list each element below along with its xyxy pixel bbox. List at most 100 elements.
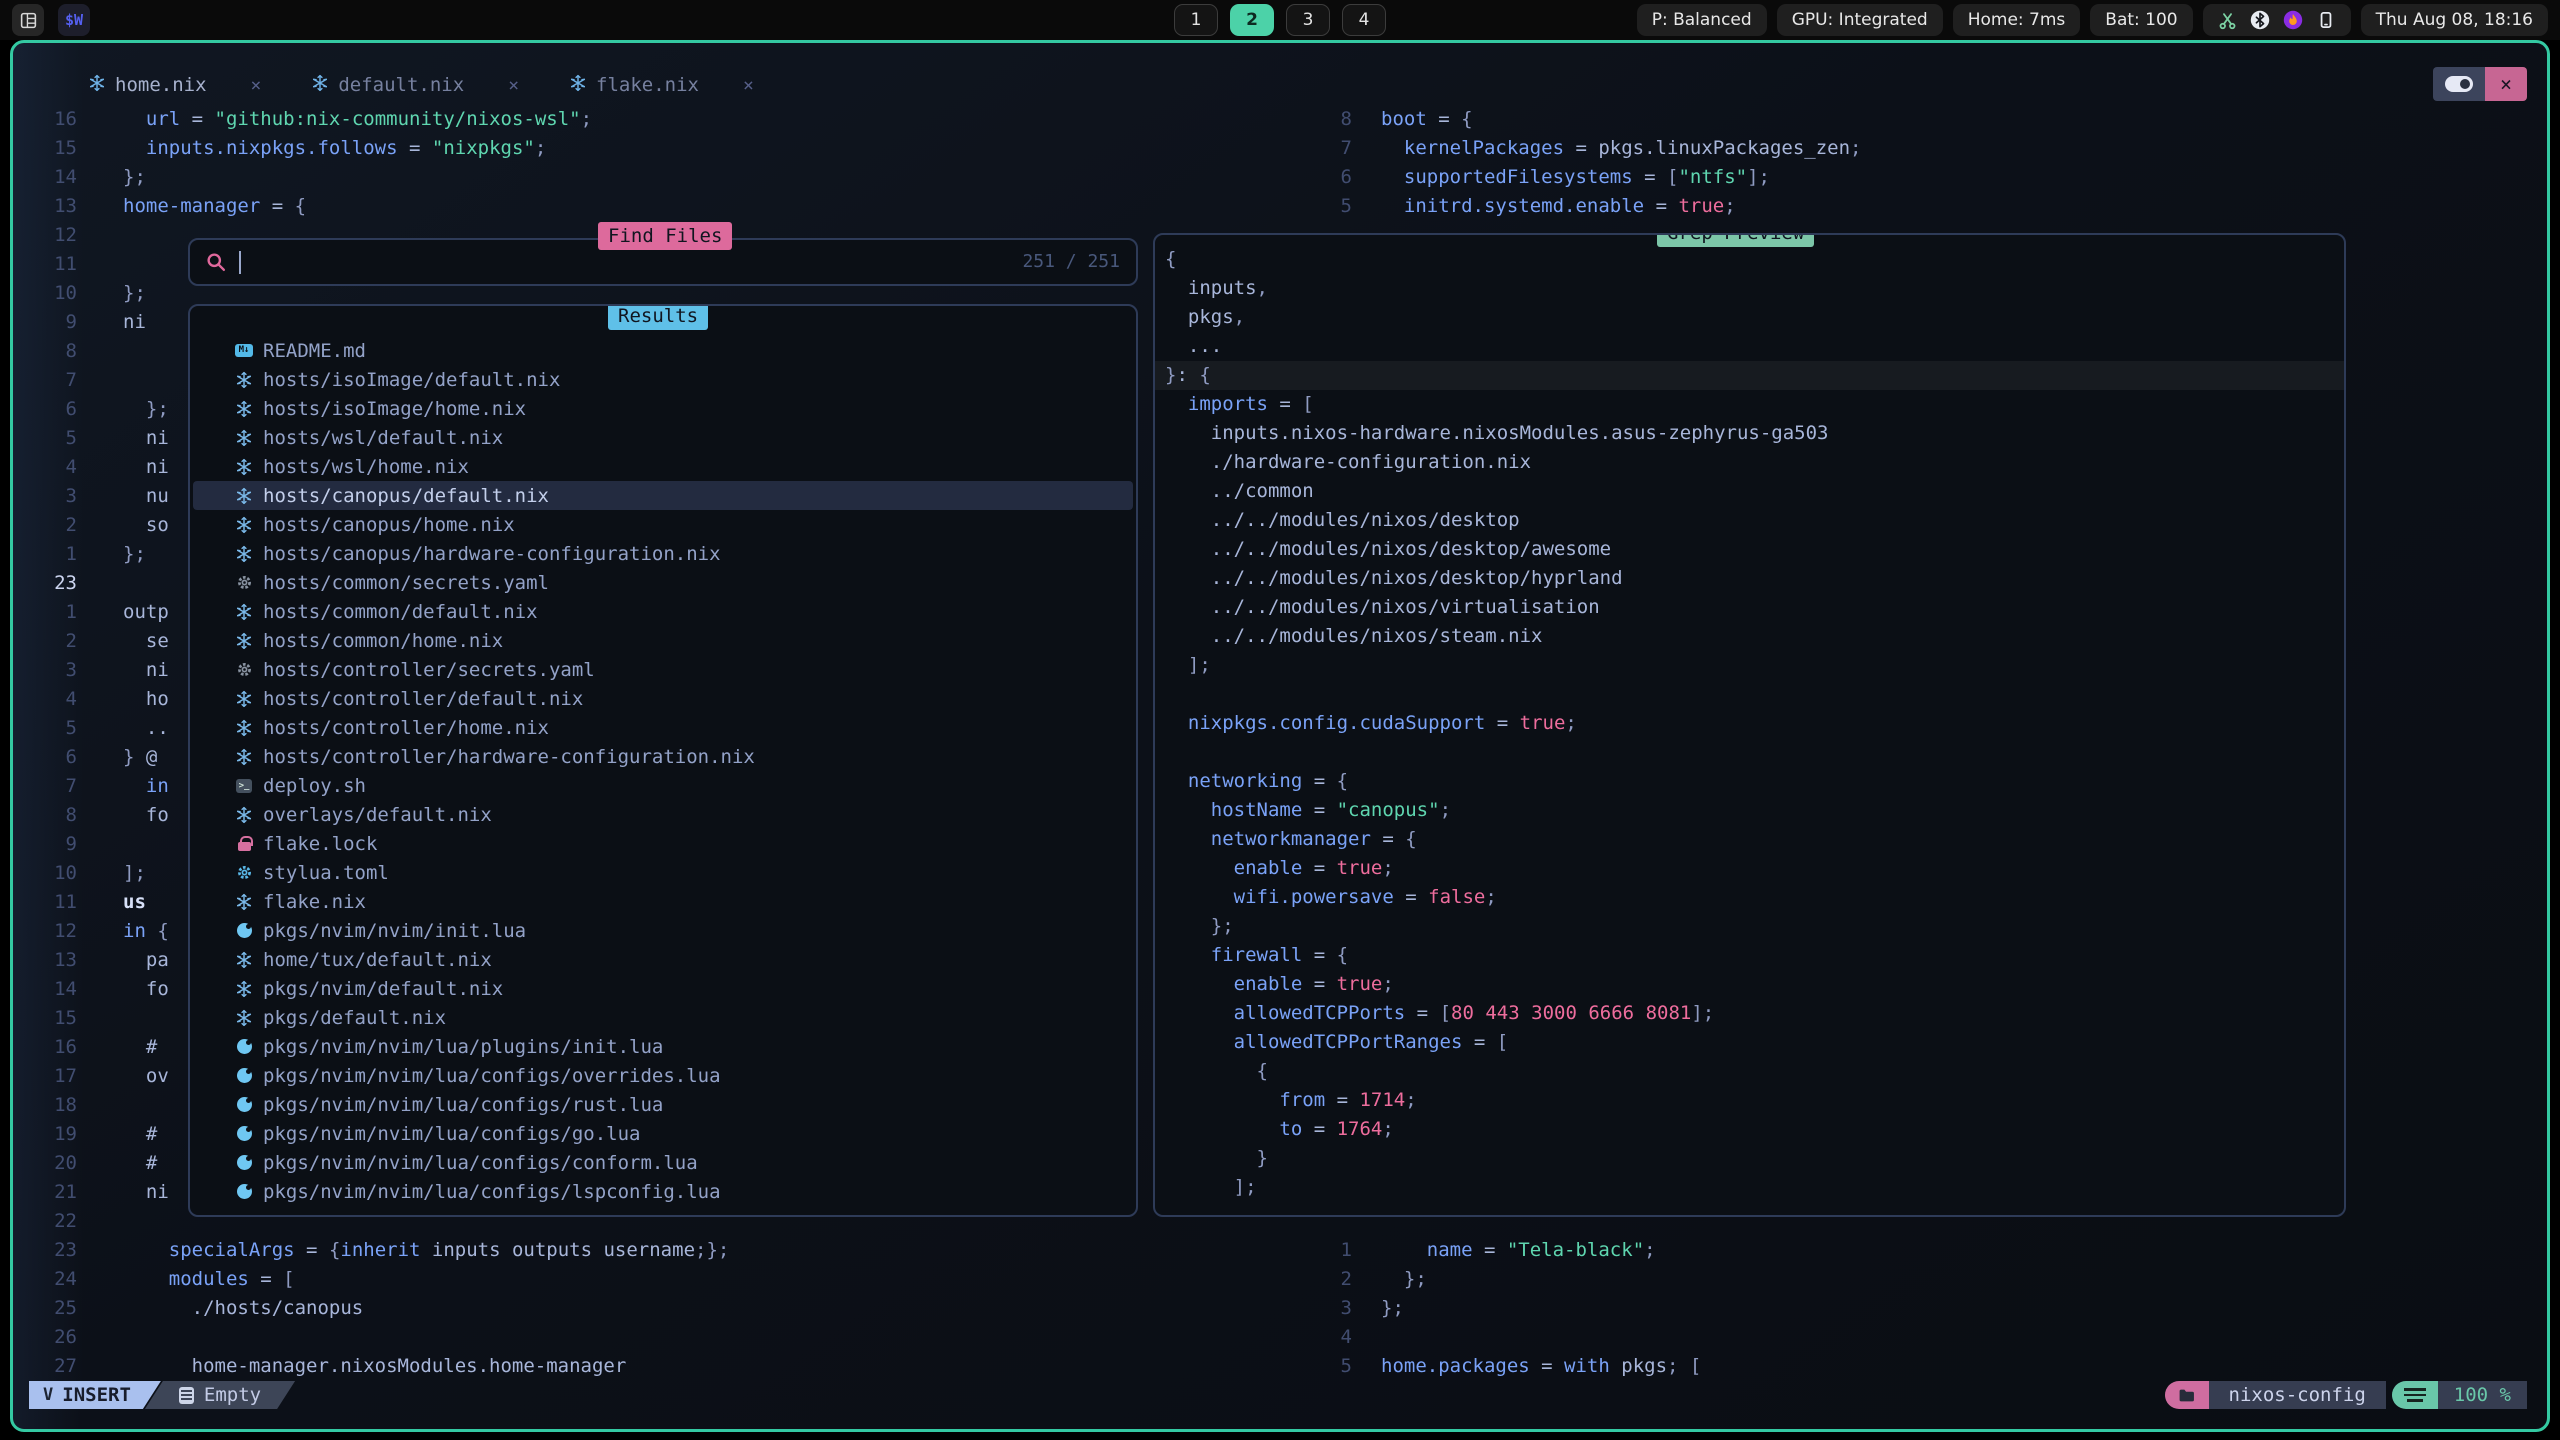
tab-close-icon[interactable]: ×	[251, 75, 262, 96]
file-row[interactable]: hosts/canopus/home.nix	[190, 510, 1136, 539]
file-row[interactable]: pkgs/nvim/nvim/lua/configs/lspconfig.lua	[190, 1177, 1136, 1206]
line-number: 3	[13, 482, 101, 511]
flame-icon[interactable]	[2283, 10, 2303, 30]
code-line: 13home-manager = {	[13, 192, 1298, 221]
status-module-3[interactable]: Bat: 100	[2090, 4, 2192, 36]
status-module-0[interactable]: P: Balanced	[1637, 4, 1767, 36]
line-number: 8	[1300, 105, 1364, 134]
file-name: flake.nix	[263, 891, 366, 913]
line-number: 25	[13, 1294, 101, 1323]
shell-app-icon[interactable]: $W	[58, 4, 90, 36]
preview-line: inputs.nixos-hardware.nixosModules.asus-…	[1155, 419, 2344, 448]
file-name: deploy.sh	[263, 775, 366, 797]
file-row[interactable]: hosts/common/home.nix	[190, 626, 1136, 655]
line-text: ];	[123, 859, 146, 888]
line-number: 27	[13, 1352, 101, 1381]
code-line: 5home.packages = with pkgs; [	[1300, 1352, 2547, 1381]
file-row[interactable]: pkgs/nvim/nvim/init.lua	[190, 916, 1136, 945]
file-name: hosts/common/secrets.yaml	[263, 572, 549, 594]
close-window-icon[interactable]: ×	[2485, 67, 2527, 101]
lua-file-icon	[232, 1039, 256, 1054]
file-row[interactable]: flake.nix	[190, 887, 1136, 916]
file-row[interactable]: hosts/controller/secrets.yaml	[190, 655, 1136, 684]
tab-close-icon[interactable]: ×	[743, 75, 754, 96]
code-line: 24 modules = [	[13, 1265, 1298, 1294]
file-row[interactable]: hosts/canopus/hardware-configuration.nix	[190, 539, 1136, 568]
line-number: 12	[13, 917, 101, 946]
file-row[interactable]: pkgs/nvim/nvim/lua/configs/conform.lua	[190, 1148, 1136, 1177]
line-text: home-manager = {	[123, 192, 306, 221]
file-name: home/tux/default.nix	[263, 949, 492, 971]
find-files-prompt[interactable]: Find Files 251 / 251	[188, 238, 1138, 286]
preview-line: imports = [	[1155, 390, 2344, 419]
line-number: 9	[13, 830, 101, 859]
file-name: pkgs/nvim/nvim/lua/configs/rust.lua	[263, 1094, 663, 1116]
file-row[interactable]: pkgs/nvim/nvim/lua/configs/overrides.lua	[190, 1061, 1136, 1090]
tab-close-icon[interactable]: ×	[508, 75, 519, 96]
preview-line: }	[1155, 1144, 2344, 1173]
preview-line: ../../modules/nixos/desktop/awesome	[1155, 535, 2344, 564]
file-row[interactable]: hosts/controller/hardware-configuration.…	[190, 742, 1136, 771]
scissors-icon[interactable]	[2218, 11, 2237, 30]
launcher-grid-icon[interactable]	[12, 4, 44, 36]
line-number: 17	[13, 1062, 101, 1091]
file-row[interactable]: stylua.toml	[190, 858, 1136, 887]
file-row[interactable]: overlays/default.nix	[190, 800, 1136, 829]
file-name: hosts/common/home.nix	[263, 630, 503, 652]
file-row[interactable]: pkgs/nvim/nvim/lua/plugins/init.lua	[190, 1032, 1136, 1061]
preview-line: allowedTCPPorts = [80 443 3000 6666 8081…	[1155, 999, 2344, 1028]
status-module-2[interactable]: Home: 7ms	[1953, 4, 2081, 36]
line-text: ni	[123, 1178, 169, 1207]
file-row[interactable]: pkgs/default.nix	[190, 1003, 1136, 1032]
workspace-button-2[interactable]: 2	[1230, 4, 1274, 36]
lines-icon	[2392, 1381, 2438, 1409]
file-label: Empty	[204, 1381, 261, 1409]
line-number: 1	[1300, 1236, 1364, 1265]
line-text: home-manager.nixosModules.home-manager	[123, 1352, 626, 1381]
file-row[interactable]: hosts/isoImage/default.nix	[190, 365, 1136, 394]
workspace-button-1[interactable]: 1	[1174, 4, 1218, 36]
file-name: README.md	[263, 340, 366, 362]
toggle-icon[interactable]	[2433, 67, 2485, 101]
file-name: hosts/controller/secrets.yaml	[263, 659, 595, 681]
tab-flake.nix[interactable]: flake.nix×	[569, 69, 754, 101]
workspace-button-3[interactable]: 3	[1286, 4, 1330, 36]
file-row[interactable]: M↓README.md	[190, 336, 1136, 365]
line-number: 15	[13, 1004, 101, 1033]
workspace-button-4[interactable]: 4	[1342, 4, 1386, 36]
gear-grey-file-icon	[232, 661, 256, 678]
line-text: ni	[123, 424, 169, 453]
gear-grey-file-icon	[232, 574, 256, 591]
file-row[interactable]: hosts/canopus/default.nix	[193, 481, 1133, 510]
line-number: 5	[13, 714, 101, 743]
preview-line: ../../modules/nixos/virtualisation	[1155, 593, 2344, 622]
preview-line: }: {	[1155, 361, 2344, 390]
line-text: ov	[123, 1062, 169, 1091]
nix-file-icon	[232, 980, 256, 998]
file-row[interactable]: flake.lock	[190, 829, 1136, 858]
tab-default.nix[interactable]: default.nix×	[311, 69, 519, 101]
file-row[interactable]: >_deploy.sh	[190, 771, 1136, 800]
file-row[interactable]: hosts/common/secrets.yaml	[190, 568, 1136, 597]
file-row[interactable]: hosts/wsl/home.nix	[190, 452, 1136, 481]
bluetooth-icon[interactable]	[2250, 10, 2270, 30]
clock[interactable]: Thu Aug 08, 18:16	[2361, 4, 2548, 36]
file-name: hosts/controller/default.nix	[263, 688, 583, 710]
line-text: us	[123, 888, 146, 917]
file-row[interactable]: hosts/common/default.nix	[190, 597, 1136, 626]
line-number: 12	[13, 221, 101, 250]
file-row[interactable]: hosts/isoImage/home.nix	[190, 394, 1136, 423]
file-row[interactable]: pkgs/nvim/nvim/lua/configs/go.lua	[190, 1119, 1136, 1148]
file-row[interactable]: hosts/wsl/default.nix	[190, 423, 1136, 452]
phone-icon[interactable]	[2316, 10, 2336, 30]
tab-home.nix[interactable]: home.nix×	[88, 69, 261, 101]
file-row[interactable]: home/tux/default.nix	[190, 945, 1136, 974]
file-row[interactable]: hosts/controller/home.nix	[190, 713, 1136, 742]
line-text	[123, 1323, 134, 1352]
file-row[interactable]: pkgs/nvim/nvim/lua/configs/rust.lua	[190, 1090, 1136, 1119]
file-name: hosts/common/default.nix	[263, 601, 538, 623]
line-text: ni	[123, 453, 169, 482]
status-module-1[interactable]: GPU: Integrated	[1777, 4, 1943, 36]
file-row[interactable]: pkgs/nvim/default.nix	[190, 974, 1136, 1003]
file-row[interactable]: hosts/controller/default.nix	[190, 684, 1136, 713]
